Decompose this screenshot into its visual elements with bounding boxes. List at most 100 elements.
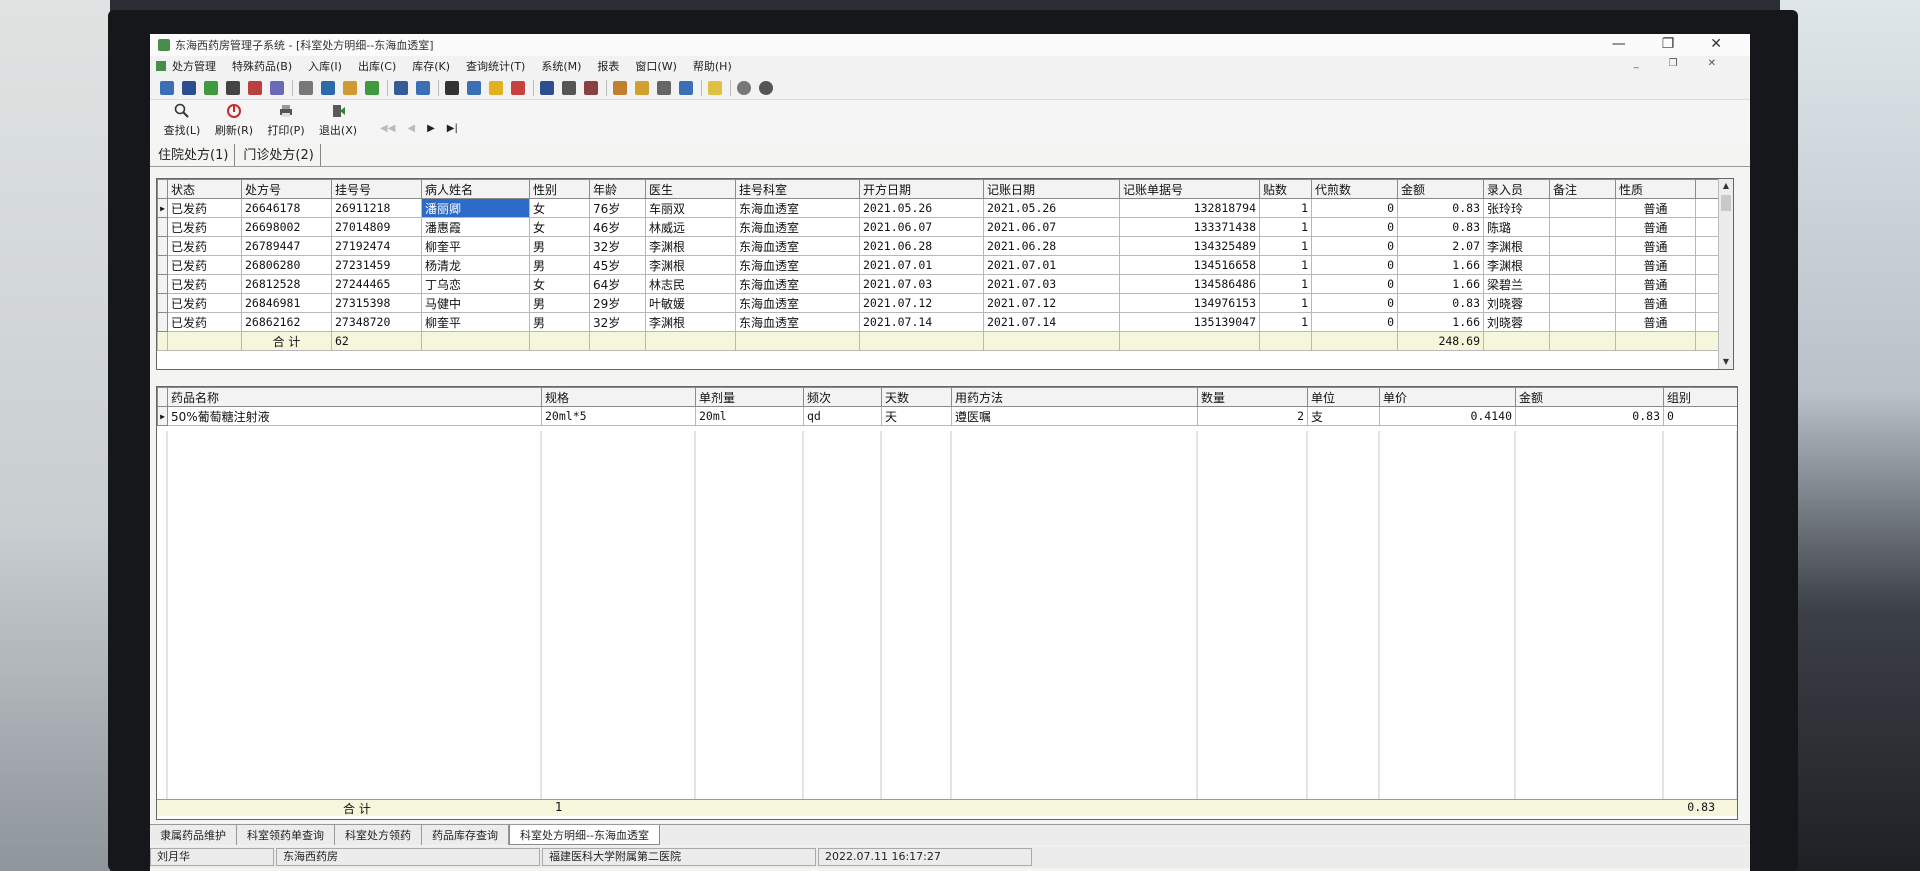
rx-col-header[interactable]: 金额 <box>1397 179 1484 199</box>
prescription-cell[interactable]: 1 <box>1259 274 1312 294</box>
menu-reports[interactable]: 报表 <box>597 58 619 74</box>
next-record-button[interactable]: ▶ <box>427 123 435 134</box>
mdi-restore-button[interactable]: ❐ <box>1669 58 1678 69</box>
prescription-cell[interactable]: 1 <box>1259 293 1312 313</box>
prescription-cell[interactable] <box>1549 255 1616 275</box>
prescription-cell[interactable]: 东海血透室 <box>735 293 860 313</box>
tab-drug-maintenance[interactable]: 隶属药品维护 <box>150 825 237 845</box>
prescription-row[interactable]: 已发药 26789447 27192474 柳奎平男 32岁 李渊根 东海血透室 2021.0… <box>157 236 1719 256</box>
detail-cell[interactable]: qd <box>803 406 882 426</box>
settings-icon[interactable] <box>737 80 751 95</box>
prescription-cell[interactable]: 27315398 <box>331 293 422 313</box>
prescription-cell[interactable]: 1 <box>1259 217 1312 237</box>
refresh-button[interactable]: 刷新(R) <box>208 103 260 142</box>
prescription-cell[interactable]: 潘惠霞 <box>421 217 530 237</box>
prescription-row[interactable]: 已发药 26862162 27348720 柳奎平男 32岁 李渊根 东海血透室 2021.0… <box>157 312 1719 332</box>
prescription-cell[interactable]: 梁碧兰 <box>1483 274 1550 294</box>
prescription-cell[interactable]: 1.66 <box>1397 274 1484 294</box>
prescription-cell[interactable]: 叶敏媛 <box>645 293 736 313</box>
prescription-cell[interactable]: 26806280 <box>241 255 332 275</box>
rx-col-header[interactable]: 年龄 <box>589 179 646 199</box>
prescription-cell[interactable]: 东海血透室 <box>735 312 860 332</box>
prescription-cell[interactable]: 27348720 <box>331 312 422 332</box>
transfer-icon[interactable] <box>248 80 262 95</box>
detail-col-header[interactable]: 组别 <box>1663 387 1737 407</box>
prescription-cell[interactable]: 26789447 <box>241 236 332 256</box>
prescription-cell[interactable]: 2021.07.01 <box>859 255 984 275</box>
folder-icon[interactable] <box>613 80 627 95</box>
detail-cell[interactable]: 支 <box>1307 406 1380 426</box>
report-icon[interactable] <box>321 80 335 95</box>
grid-icon[interactable] <box>445 80 459 95</box>
detail-col-header[interactable]: 规格 <box>541 387 696 407</box>
tab-dept-prescription-dispense[interactable]: 科室处方领药 <box>335 825 422 845</box>
scroll-up-arrow[interactable]: ▲ <box>1719 179 1733 193</box>
prescription-cell[interactable]: 李渊根 <box>645 255 736 275</box>
prescription-cell[interactable]: 2021.07.03 <box>859 274 984 294</box>
rx-col-header[interactable]: 挂号科室 <box>735 179 860 199</box>
menu-window[interactable]: 窗口(W) <box>635 58 676 74</box>
prescription-cell[interactable]: 26698002 <box>241 217 332 237</box>
rx-col-header[interactable]: 状态 <box>167 179 242 199</box>
rx-col-header[interactable]: 录入员 <box>1483 179 1550 199</box>
prescription-cell[interactable]: 26862162 <box>241 312 332 332</box>
detail-cell[interactable]: 20ml <box>695 406 804 426</box>
key-icon[interactable] <box>562 80 576 95</box>
prescription-cell[interactable]: 26911218 <box>331 198 422 218</box>
new-icon[interactable] <box>160 80 174 95</box>
exit-button[interactable]: 退出(X) <box>312 103 364 142</box>
monitor-icon[interactable] <box>416 80 430 95</box>
prescription-cell[interactable]: 2021.05.26 <box>983 198 1120 218</box>
prescription-cell[interactable] <box>1549 217 1616 237</box>
rx-col-header[interactable]: 代煎数 <box>1311 179 1398 199</box>
prescription-cell[interactable]: 0 <box>1311 293 1398 313</box>
prescription-cell[interactable]: 东海血透室 <box>735 255 860 275</box>
rx-col-header[interactable]: 处方号 <box>241 179 332 199</box>
prescription-cell[interactable]: 0.83 <box>1397 217 1484 237</box>
prescription-cell[interactable]: 2021.07.12 <box>859 293 984 313</box>
prescription-cell[interactable]: 1 <box>1259 236 1312 256</box>
prescription-cell[interactable]: 李渊根 <box>645 312 736 332</box>
prescription-row[interactable]: 已发药 26846981 27315398 马健中男 29岁 叶敏媛 东海血透室 2021.0… <box>157 293 1719 313</box>
prescription-cell[interactable] <box>1549 293 1616 313</box>
scroll-thumb[interactable] <box>1721 195 1731 211</box>
prescription-cell[interactable]: 马健中 <box>421 293 530 313</box>
prescription-cell[interactable]: 普通 <box>1615 293 1696 313</box>
prescription-cell[interactable]: 男 <box>529 236 590 256</box>
prescription-row[interactable]: 已发药 26806280 27231459 杨清龙男 45岁 李渊根 东海血透室 2021.0… <box>157 255 1719 275</box>
prescription-cell[interactable]: 普通 <box>1615 198 1696 218</box>
prescription-cell[interactable]: 普通 <box>1615 274 1696 294</box>
print-preview-icon[interactable] <box>584 80 598 95</box>
pen-icon[interactable] <box>635 80 649 95</box>
prescription-cell[interactable]: 东海血透室 <box>735 236 860 256</box>
prescription-cell[interactable]: 45岁 <box>589 255 646 275</box>
prescription-cell[interactable]: 已发药 <box>167 217 242 237</box>
prescription-cell[interactable]: 27244465 <box>331 274 422 294</box>
prescription-cell[interactable]: 133371438 <box>1119 217 1260 237</box>
prescription-cell[interactable]: 刘晓蓉 <box>1483 293 1550 313</box>
prescription-cell[interactable]: 普通 <box>1615 217 1696 237</box>
prescription-cell[interactable]: 27231459 <box>331 255 422 275</box>
rx-col-header[interactable]: 挂号号 <box>331 179 422 199</box>
prescription-cell[interactable]: 26846981 <box>241 293 332 313</box>
prescription-cell[interactable]: 64岁 <box>589 274 646 294</box>
prescription-cell[interactable]: 普通 <box>1615 312 1696 332</box>
prev-record-button[interactable]: ◀ <box>407 123 415 134</box>
detail-cell[interactable]: 遵医嘱 <box>951 406 1198 426</box>
menu-inventory[interactable]: 库存(K) <box>412 58 450 74</box>
prescription-cell[interactable]: 1 <box>1259 255 1312 275</box>
prescription-cell[interactable]: 刘晓蓉 <box>1483 312 1550 332</box>
prescription-cell[interactable]: 普通 <box>1615 236 1696 256</box>
prescription-cell[interactable]: 0 <box>1311 236 1398 256</box>
prescription-cell[interactable]: 2.07 <box>1397 236 1484 256</box>
prescription-cell[interactable]: 女 <box>529 217 590 237</box>
prescription-cell[interactable]: 1 <box>1259 312 1312 332</box>
detail-cell[interactable]: 天 <box>881 406 952 426</box>
prescription-cell[interactable]: 普通 <box>1615 255 1696 275</box>
prescription-cell[interactable]: 2021.06.28 <box>859 236 984 256</box>
detail-cell[interactable]: 20ml*5 <box>541 406 696 426</box>
prescription-cell[interactable]: 29岁 <box>589 293 646 313</box>
prescription-cell[interactable]: 0 <box>1311 217 1398 237</box>
list-icon[interactable] <box>270 80 284 95</box>
prescription-cell[interactable]: 已发药 <box>167 312 242 332</box>
